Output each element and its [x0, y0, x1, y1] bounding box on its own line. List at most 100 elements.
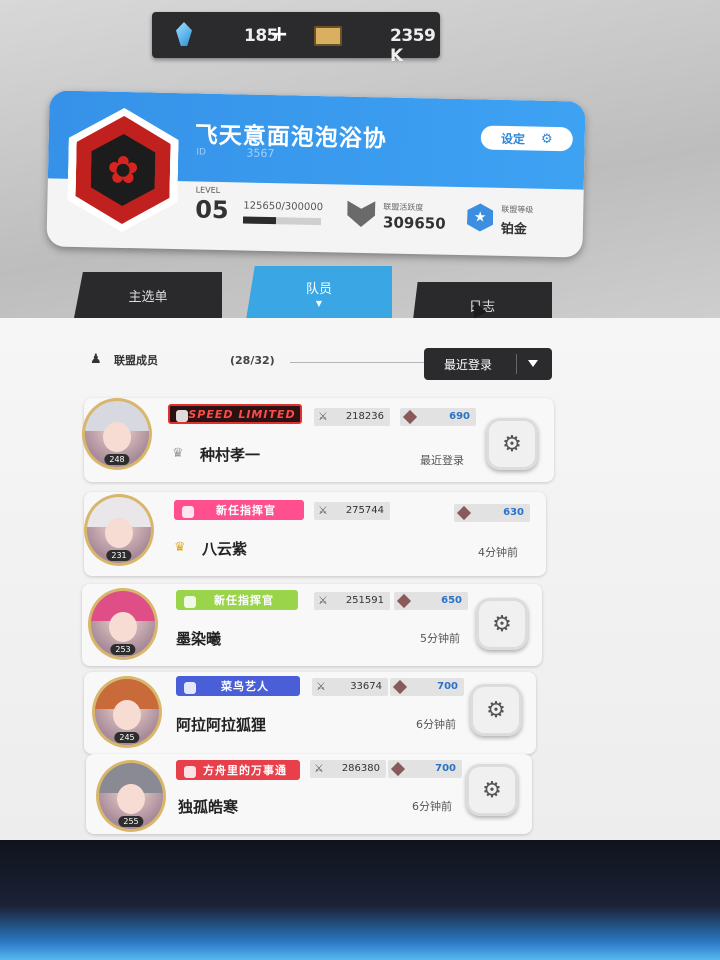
member-settings-button[interactable]: ⚙ [470, 684, 522, 736]
avatar-level: 248 [104, 454, 130, 465]
power-stat: ⚔ 251591 [314, 592, 390, 610]
avatar-face [112, 700, 142, 731]
title-badge-text: 方舟里的万事通 [203, 764, 287, 777]
avatar-level: 255 [118, 816, 144, 827]
member-name: 八云紫 [202, 540, 248, 558]
avatar[interactable]: 248 [82, 398, 152, 470]
union-id-label: ID [196, 147, 207, 158]
union-exp: 125650/300000 [243, 200, 324, 214]
avatar-level: 245 [114, 732, 140, 743]
avatar-face [104, 518, 134, 549]
sword-icon: ⚔ [314, 762, 324, 775]
member-name: 墨染曦 [176, 630, 222, 648]
add-gems-button[interactable]: + [270, 22, 288, 47]
sort-dropdown[interactable]: 最近登录 [424, 348, 552, 380]
power-stat: ⚔ 275744 [314, 502, 390, 520]
power-value: 275744 [345, 505, 384, 516]
last-login: 最近登录 [420, 454, 464, 467]
power-value: 251591 [345, 595, 384, 606]
badge-icon [182, 506, 194, 518]
diamond-stat: 690 [400, 408, 476, 426]
power-stat: ⚔ 286380 [310, 760, 386, 778]
diamond-icon [396, 593, 412, 609]
member-settings-button[interactable]: ⚙ [466, 764, 518, 816]
union-id: 3567 [246, 146, 275, 161]
caret-down-icon: ▼ [315, 299, 323, 308]
avatar-face [108, 612, 138, 643]
title-badge-text: 新任指挥官 [214, 594, 274, 607]
tab-members[interactable]: 队员 ▼ [246, 266, 392, 320]
title-badge-text: 菜鸟艺人 [221, 680, 269, 693]
tab-members-label: 队员 [305, 282, 332, 297]
diamond-value: 700 [437, 681, 458, 692]
rank-value: 铂金 [500, 221, 528, 238]
avatar[interactable]: 245 [92, 676, 162, 748]
union-name: 飞天意面泡泡浴协 [194, 122, 388, 153]
avatar-face [102, 422, 132, 453]
last-login: 5分钟前 [420, 632, 460, 645]
sword-icon: ⚔ [318, 410, 328, 423]
gear-icon: ⚙ [502, 431, 522, 457]
power-stat: ⚔ 33674 [312, 678, 388, 696]
avatar[interactable]: 253 [88, 588, 158, 660]
member-name: 种村孝一 [200, 446, 261, 464]
diamond-stat: 650 [394, 592, 468, 610]
power-value: 218236 [345, 411, 384, 422]
diamond-value: 690 [449, 411, 470, 422]
chevron-down-icon [528, 360, 538, 367]
power-stat: ⚔ 218236 [314, 408, 390, 426]
exp-progress-bar [242, 216, 322, 226]
title-badge: SPEED LIMITED [168, 404, 302, 424]
diamond-value: 700 [435, 763, 456, 774]
crystal-icon [176, 22, 192, 46]
last-login: 4分钟前 [478, 546, 518, 559]
diamond-stat: 700 [388, 760, 462, 778]
tab-main-label: 主选单 [128, 289, 168, 305]
avatar[interactable]: 255 [96, 760, 166, 832]
gear-icon: ⚙ [486, 697, 506, 723]
power-value: 33674 [350, 681, 382, 692]
member-settings-button[interactable]: ⚙ [486, 418, 538, 470]
avatar[interactable]: 231 [84, 494, 154, 566]
resource-bar: 185 + 2359 K [152, 12, 440, 66]
members-count: (28/32) [230, 354, 275, 367]
sword-icon: ⚔ [318, 504, 328, 517]
badge-icon [184, 682, 196, 694]
rank-label: 联盟等级 [501, 204, 534, 215]
title-badge: 新任指挥官 [174, 500, 304, 520]
last-login: 6分钟前 [416, 718, 456, 731]
title-badge-text: SPEED LIMITED [188, 407, 296, 421]
diamond-stat: 630 [454, 504, 530, 522]
level-label: LEVEL [195, 185, 221, 195]
gear-icon: ⚙ [482, 777, 502, 803]
diamond-icon [390, 761, 406, 777]
members-icon: ♟ [90, 352, 102, 367]
diamond-value: 630 [503, 507, 524, 518]
avatar-level: 231 [106, 550, 132, 561]
avatar-face [116, 784, 146, 815]
credit-count: 2359 K [390, 26, 436, 66]
gear-icon: ⚙ [492, 611, 512, 637]
member-settings-button[interactable]: ⚙ [476, 598, 528, 650]
union-info-card: ✿ 飞天意面泡泡浴协 ID 3567 设定 ⚙ LEVEL 05 125650/… [46, 90, 586, 258]
avatar-level: 253 [110, 644, 136, 655]
title-badge: 菜鸟艺人 [176, 676, 300, 696]
gear-icon: ⚙ [540, 131, 553, 147]
diamond-icon [392, 679, 408, 695]
divider [290, 362, 424, 363]
diamond-icon [456, 505, 472, 521]
member-name: 独孤皓寒 [178, 798, 239, 816]
sword-icon: ⚔ [316, 680, 326, 693]
ticket-icon [314, 26, 342, 46]
badge-icon [184, 596, 196, 608]
sword-icon: ⚔ [318, 594, 328, 607]
tab-main-menu[interactable]: 主选单 [74, 272, 222, 318]
union-settings-button[interactable]: 设定 ⚙ [480, 125, 574, 152]
activity-icon [347, 201, 376, 228]
member-name: 阿拉阿拉狐狸 [176, 716, 267, 734]
title-badge-text: 新任指挥官 [216, 504, 276, 517]
power-value: 286380 [341, 763, 380, 774]
background-bottom [0, 840, 720, 960]
activity-value: 309650 [382, 213, 446, 233]
settings-label: 设定 [500, 131, 526, 146]
